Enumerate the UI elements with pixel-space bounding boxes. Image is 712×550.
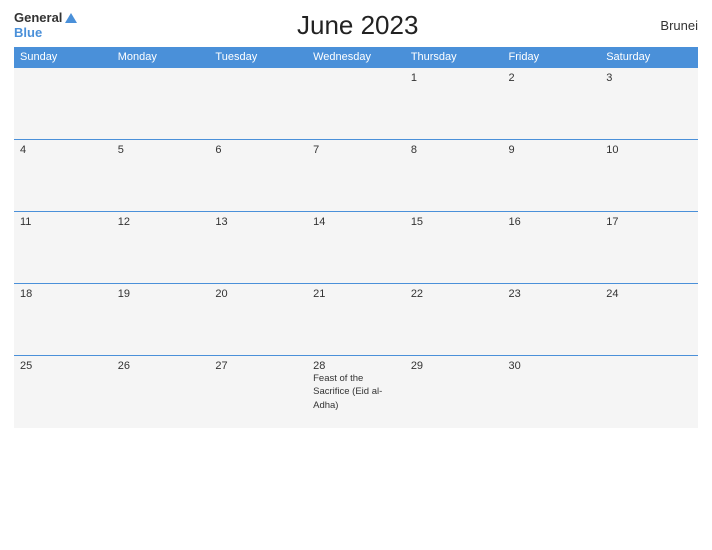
calendar-cell	[307, 68, 405, 140]
day-number: 5	[118, 144, 204, 156]
calendar-cell	[112, 68, 210, 140]
header-friday: Friday	[503, 47, 601, 68]
day-number: 8	[411, 144, 497, 156]
day-number: 16	[509, 216, 595, 228]
day-number: 2	[509, 72, 595, 84]
header-sunday: Sunday	[14, 47, 112, 68]
logo-triangle-icon	[65, 13, 77, 23]
calendar-cell: 5	[112, 140, 210, 212]
day-number: 27	[215, 360, 301, 372]
calendar-week-row: 123	[14, 68, 698, 140]
calendar-table: Sunday Monday Tuesday Wednesday Thursday…	[14, 47, 698, 428]
calendar-cell: 6	[209, 140, 307, 212]
calendar-cell: 10	[600, 140, 698, 212]
header-saturday: Saturday	[600, 47, 698, 68]
day-number: 25	[20, 360, 106, 372]
calendar-cell	[600, 356, 698, 428]
calendar-cell: 26	[112, 356, 210, 428]
calendar-week-row: 456789 10	[14, 140, 698, 212]
calendar-cell: 9	[503, 140, 601, 212]
day-number: 19	[118, 288, 204, 300]
logo-blue-text: Blue	[14, 26, 77, 40]
header-wednesday: Wednesday	[307, 47, 405, 68]
day-number: 22	[411, 288, 497, 300]
calendar-cell: 23	[503, 284, 601, 356]
calendar-cell: 28Feast of the Sacrifice (Eid al-Adha)	[307, 356, 405, 428]
calendar-week-row: 11 12 13 14 15 16 17	[14, 212, 698, 284]
day-number: 4	[20, 144, 106, 156]
logo-general-text: General	[14, 11, 62, 25]
calendar-week-row: 18 19 20 21 22 23 24	[14, 284, 698, 356]
calendar-cell: 29	[405, 356, 503, 428]
day-number: 1	[411, 72, 497, 84]
day-number: 24	[606, 288, 692, 300]
day-number: 15	[411, 216, 497, 228]
event-text: Feast of the Sacrifice (Eid al-Adha)	[313, 373, 382, 411]
calendar-header: General Blue June 2023 Brunei	[14, 10, 698, 41]
calendar-cell: 30	[503, 356, 601, 428]
header-monday: Monday	[112, 47, 210, 68]
day-number: 23	[509, 288, 595, 300]
calendar-cell	[14, 68, 112, 140]
day-number: 7	[313, 144, 399, 156]
calendar-cell: 27	[209, 356, 307, 428]
calendar-cell: 24	[600, 284, 698, 356]
calendar-title: June 2023	[77, 10, 638, 41]
day-number: 13	[215, 216, 301, 228]
day-number: 9	[509, 144, 595, 156]
calendar-cell: 19	[112, 284, 210, 356]
calendar-week-row: 25 26 27 28Feast of the Sacrifice (Eid al-A…	[14, 356, 698, 428]
day-number: 28	[313, 360, 399, 372]
day-number: 3	[606, 72, 692, 84]
day-number: 29	[411, 360, 497, 372]
country-label: Brunei	[638, 18, 698, 33]
calendar-cell: 18	[14, 284, 112, 356]
calendar-cell: 7	[307, 140, 405, 212]
day-number: 14	[313, 216, 399, 228]
calendar-cell: 12	[112, 212, 210, 284]
weekday-header-row: Sunday Monday Tuesday Wednesday Thursday…	[14, 47, 698, 68]
calendar-cell: 25	[14, 356, 112, 428]
day-number: 21	[313, 288, 399, 300]
calendar-page: General Blue June 2023 Brunei Sunday Mon…	[0, 0, 712, 550]
header-tuesday: Tuesday	[209, 47, 307, 68]
header-thursday: Thursday	[405, 47, 503, 68]
day-number: 30	[509, 360, 595, 372]
calendar-cell: 17	[600, 212, 698, 284]
calendar-cell	[209, 68, 307, 140]
calendar-cell: 11	[14, 212, 112, 284]
day-number: 18	[20, 288, 106, 300]
day-number: 26	[118, 360, 204, 372]
logo: General Blue	[14, 11, 77, 40]
calendar-cell: 16	[503, 212, 601, 284]
calendar-cell: 13	[209, 212, 307, 284]
day-number: 17	[606, 216, 692, 228]
calendar-cell: 15	[405, 212, 503, 284]
calendar-cell: 21	[307, 284, 405, 356]
calendar-cell: 3	[600, 68, 698, 140]
calendar-cell: 2	[503, 68, 601, 140]
calendar-cell: 20	[209, 284, 307, 356]
day-number: 12	[118, 216, 204, 228]
day-number: 20	[215, 288, 301, 300]
calendar-cell: 1	[405, 68, 503, 140]
day-number: 10	[606, 144, 692, 156]
calendar-cell: 22	[405, 284, 503, 356]
calendar-cell: 14	[307, 212, 405, 284]
calendar-cell: 4	[14, 140, 112, 212]
day-number: 11	[20, 216, 106, 228]
day-number: 6	[215, 144, 301, 156]
calendar-cell: 8	[405, 140, 503, 212]
